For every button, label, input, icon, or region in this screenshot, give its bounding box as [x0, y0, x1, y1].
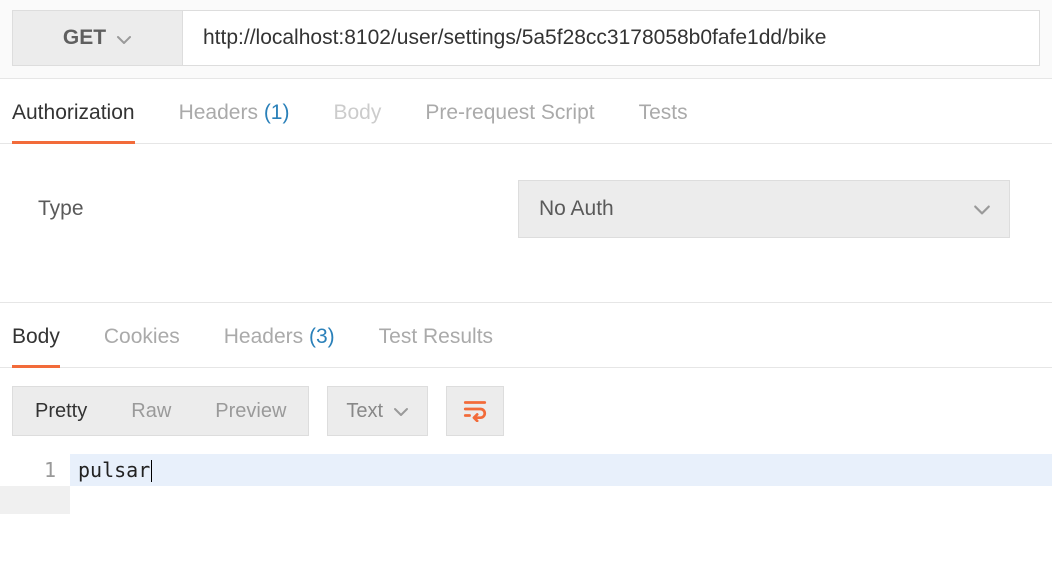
http-method-label: GET — [63, 26, 106, 50]
gutter-spacer — [0, 486, 70, 514]
request-url-input[interactable]: http://localhost:8102/user/settings/5a5f… — [182, 10, 1040, 66]
view-mode-group: Pretty Raw Preview — [12, 386, 309, 436]
response-tab-cookies-label: Cookies — [104, 325, 180, 348]
tab-tests[interactable]: Tests — [639, 101, 688, 143]
response-body-editor[interactable]: 1 pulsar — [0, 454, 1052, 486]
http-method-dropdown[interactable]: GET — [12, 10, 182, 66]
chevron-down-icon — [973, 201, 989, 217]
response-body-line: pulsar — [70, 454, 1052, 486]
view-pretty-button[interactable]: Pretty — [13, 387, 109, 435]
chevron-down-icon — [393, 403, 409, 419]
wrap-lines-button[interactable] — [446, 386, 504, 436]
tab-prerequest-label: Pre-request Script — [425, 101, 594, 124]
tab-headers[interactable]: Headers (1) — [179, 101, 290, 143]
response-tab-headers-count: (3) — [309, 325, 335, 348]
response-tab-testresults-label: Test Results — [379, 325, 493, 348]
view-raw-label: Raw — [131, 400, 171, 423]
view-preview-label: Preview — [215, 400, 286, 423]
tab-prerequest[interactable]: Pre-request Script — [425, 101, 594, 143]
tab-headers-count: (1) — [264, 101, 290, 124]
response-body-text: pulsar — [78, 458, 150, 482]
view-pretty-label: Pretty — [35, 400, 87, 423]
wrap-icon — [462, 396, 488, 427]
response-tab-body[interactable]: Body — [12, 325, 60, 367]
tab-headers-label: Headers — [179, 101, 258, 124]
auth-type-selected: No Auth — [539, 197, 614, 221]
authorization-panel: Type No Auth — [0, 144, 1052, 303]
view-raw-button[interactable]: Raw — [109, 387, 193, 435]
response-tab-body-label: Body — [12, 325, 60, 348]
tab-body-label: Body — [333, 101, 381, 124]
response-tab-headers[interactable]: Headers (3) — [224, 325, 335, 367]
tab-authorization-label: Authorization — [12, 101, 135, 124]
tab-body[interactable]: Body — [333, 101, 381, 143]
auth-type-select[interactable]: No Auth — [518, 180, 1010, 238]
view-preview-button[interactable]: Preview — [193, 387, 308, 435]
response-tab-cookies[interactable]: Cookies — [104, 325, 180, 367]
text-cursor — [151, 460, 152, 482]
response-format-dropdown[interactable]: Text — [327, 386, 428, 436]
request-tabs: Authorization Headers (1) Body Pre-reque… — [0, 79, 1052, 144]
request-url-text: http://localhost:8102/user/settings/5a5f… — [203, 26, 826, 50]
line-number: 1 — [0, 454, 70, 486]
response-tab-testresults[interactable]: Test Results — [379, 325, 493, 367]
tab-authorization[interactable]: Authorization — [12, 101, 135, 143]
response-tabs: Body Cookies Headers (3) Test Results — [0, 303, 1052, 368]
auth-type-label: Type — [38, 197, 518, 221]
response-body-toolbar: Pretty Raw Preview Text — [0, 368, 1052, 454]
tab-tests-label: Tests — [639, 101, 688, 124]
request-bar: GET http://localhost:8102/user/settings/… — [0, 0, 1052, 79]
response-tab-headers-label: Headers — [224, 325, 303, 348]
chevron-down-icon — [116, 30, 132, 46]
response-format-label: Text — [346, 400, 383, 423]
